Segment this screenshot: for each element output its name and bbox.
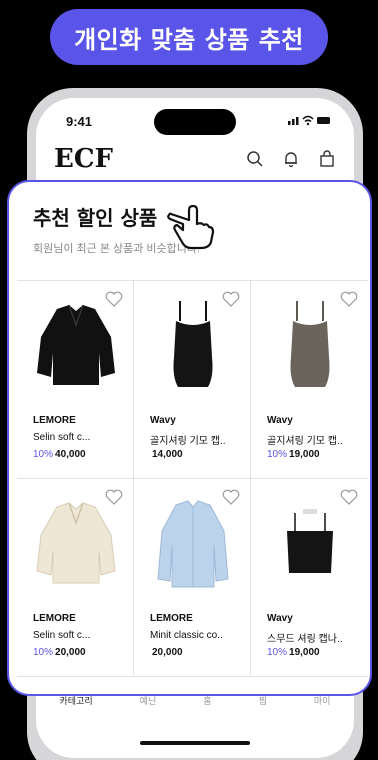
product-card[interactable]: Wavy 골지셔링 기모 캡.. 14,000 [134, 281, 251, 479]
bottom-nav: 카테고리 예닌 홈 찜 마이 [36, 694, 354, 724]
price-value: 20,000 [55, 647, 86, 658]
nav-tab-home[interactable]: 홈 [203, 694, 211, 724]
price-value: 40,000 [55, 449, 86, 460]
search-icon[interactable] [246, 150, 264, 168]
price-value: 19,000 [289, 449, 320, 460]
product-brand: LEMORE [33, 415, 76, 426]
bell-icon[interactable] [282, 150, 300, 168]
discount-rate: 10% [33, 449, 54, 460]
product-image-cream-fur-jacket [36, 502, 116, 584]
price-value: 14,000 [152, 449, 183, 460]
product-card[interactable]: Wavy 골지셔링 기모 캡.. 10% 19,000 [251, 281, 368, 479]
product-card[interactable]: LEMORE Selin soft c... 10% 40,000 [17, 281, 134, 479]
price-value: 19,000 [289, 647, 320, 658]
product-name: 골지셔링 기모 캡.. [150, 436, 226, 447]
product-card[interactable]: LEMORE Selin soft c... 10% 20,000 [17, 479, 134, 677]
product-price: 10% 20,000 [33, 647, 86, 658]
product-price: 20,000 [150, 647, 183, 658]
nav-tab-my[interactable]: 마이 [314, 694, 331, 724]
product-image-taupe-camisole [290, 301, 330, 387]
dynamic-island [154, 109, 236, 135]
product-price: 10% 40,000 [33, 449, 86, 460]
nav-tab-wishlist[interactable]: 찜 [259, 694, 267, 724]
product-image-black-tube-top [287, 509, 333, 573]
product-brand: Wavy [267, 415, 293, 426]
nav-tab-2[interactable]: 예닌 [140, 694, 157, 724]
product-name: 골지셔링 기모 캡.. [267, 436, 343, 447]
promo-banner: 개인화 맞춤 상품 추천 [50, 9, 328, 65]
product-brand: LEMORE [33, 613, 76, 624]
product-brand: Wavy [150, 415, 176, 426]
product-image-light-blue-shirt [157, 500, 229, 588]
product-image-black-fur-jacket [37, 304, 115, 385]
pointing-hand-icon [167, 204, 215, 250]
product-name: Selin soft c... [33, 432, 91, 443]
discount-rate: 10% [267, 449, 288, 460]
status-icons [288, 114, 332, 129]
app-logo: ECF [54, 144, 113, 174]
product-name: Selin soft c... [33, 630, 91, 641]
discount-rate: 10% [267, 647, 288, 658]
card-title: 추천 할인 상품 [33, 206, 158, 230]
product-image-black-camisole [173, 301, 213, 387]
product-brand: Wavy [267, 613, 293, 624]
shopping-bag-icon[interactable] [318, 150, 336, 168]
product-name: 스무드 셔링 캡나.. [267, 634, 343, 645]
product-price: 14,000 [150, 449, 183, 460]
product-card[interactable]: LEMORE Minit classic co.. 20,000 [134, 479, 251, 677]
product-brand: LEMORE [150, 613, 193, 624]
product-card[interactable]: Wavy 스무드 셔링 캡나.. 10% 19,000 [251, 479, 368, 677]
product-price: 10% 19,000 [267, 449, 320, 460]
product-name: Minit classic co.. [150, 630, 223, 641]
discount-rate: 10% [33, 647, 54, 658]
home-indicator [140, 741, 250, 745]
product-grid: LEMORE Selin soft c... 10% 40,000 Wavy 골지… [17, 280, 368, 677]
price-value: 20,000 [152, 647, 183, 658]
signal-wifi-battery-icon [288, 115, 330, 126]
product-price: 10% 19,000 [267, 647, 320, 658]
nav-tab-category[interactable]: 카테고리 [60, 694, 93, 724]
recommendation-card: 추천 할인 상품 회원님이 최근 본 상품과 비슷합니다. LEMORE Sel… [7, 180, 372, 696]
status-time: 9:41 [66, 114, 93, 129]
